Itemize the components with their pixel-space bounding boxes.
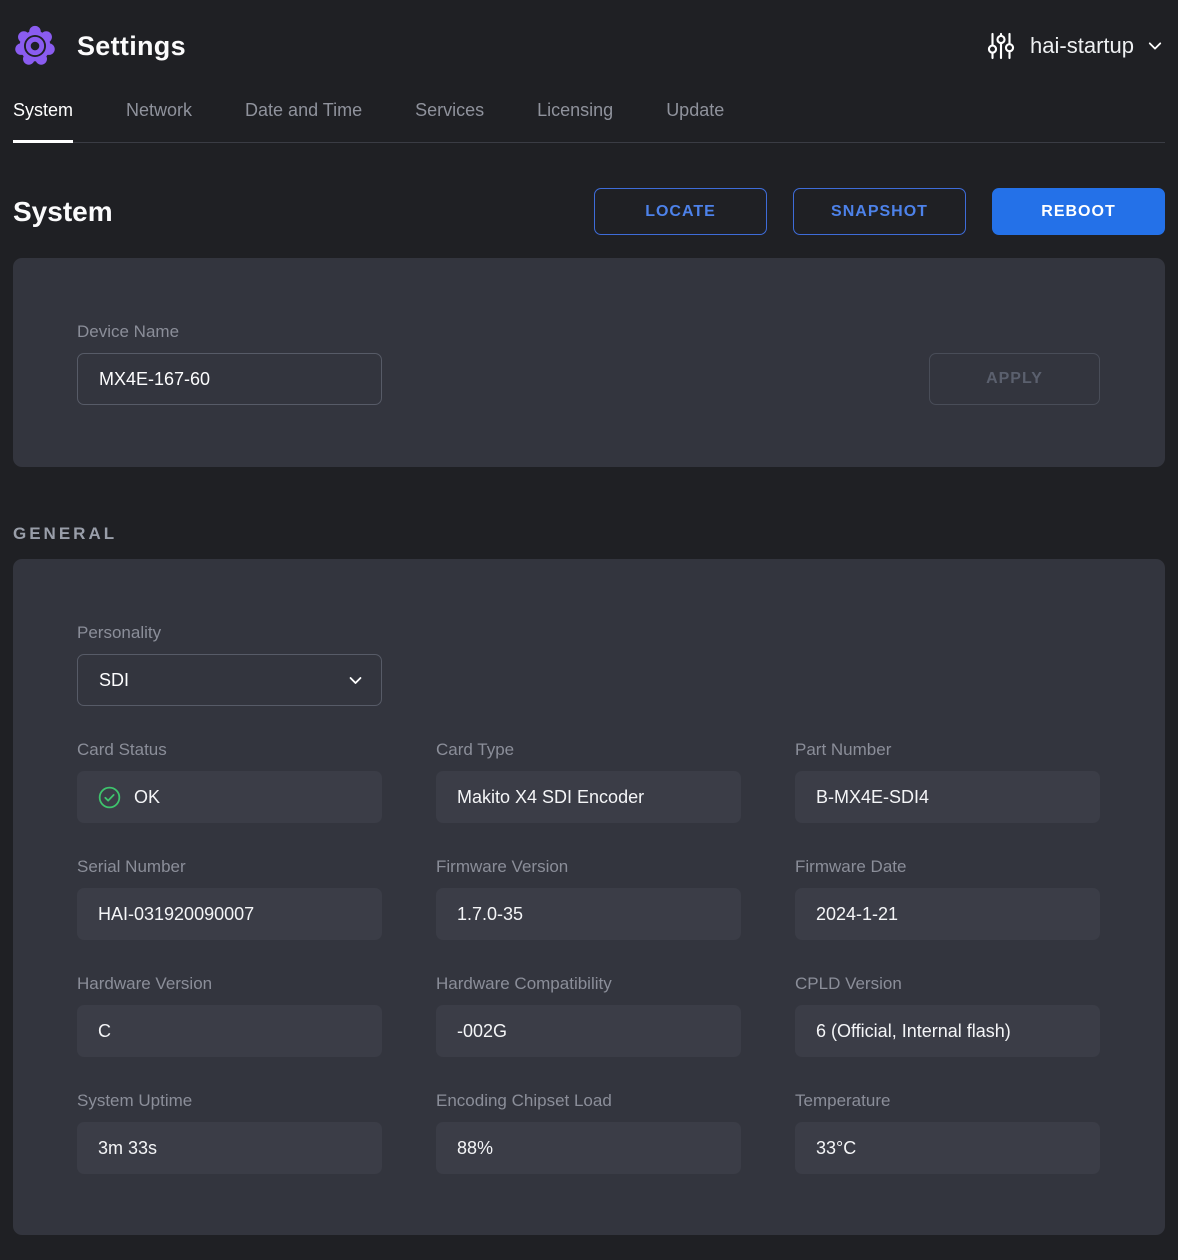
apply-button[interactable]: APPLY <box>929 353 1100 405</box>
field-card-type: Card Type Makito X4 SDI Encoder <box>436 740 741 823</box>
field-part-number: Part Number B-MX4E-SDI4 <box>795 740 1100 823</box>
personality-selected-value: SDI <box>99 670 129 691</box>
personality-label: Personality <box>77 623 1101 643</box>
locate-button[interactable]: LOCATE <box>594 188 767 235</box>
personality-select[interactable]: SDI <box>77 654 382 706</box>
settings-tab-bar: System Network Date and Time Services Li… <box>13 92 1165 143</box>
general-card: Personality SDI Card Status OK <box>13 559 1165 1235</box>
general-fields-grid: Card Status OK Card Type Makito X4 SDI E… <box>77 740 1101 1174</box>
app-header: Settings hai-startup <box>0 0 1178 92</box>
tab-services[interactable]: Services <box>415 92 484 142</box>
field-encoding-chipset-load: Encoding Chipset Load 88% <box>436 1091 741 1174</box>
field-system-uptime: System Uptime 3m 33s <box>77 1091 382 1174</box>
reboot-button[interactable]: REBOOT <box>992 188 1165 235</box>
page-actions: LOCATE SNAPSHOT REBOOT <box>594 188 1165 235</box>
gear-icon <box>12 23 58 69</box>
snapshot-button[interactable]: SNAPSHOT <box>793 188 966 235</box>
tab-date-and-time[interactable]: Date and Time <box>245 92 362 142</box>
device-name-card: Device Name APPLY <box>13 258 1165 467</box>
field-firmware-version: Firmware Version 1.7.0-35 <box>436 857 741 940</box>
personality-field: Personality SDI <box>77 623 1101 706</box>
field-hardware-compatibility: Hardware Compatibility -002G <box>436 974 741 1057</box>
status-ok-icon <box>98 786 121 809</box>
device-name-field: Device Name <box>77 322 382 405</box>
device-selector-dropdown[interactable]: hai-startup <box>984 29 1164 63</box>
card-status-value: OK <box>77 771 382 823</box>
general-section-heading: GENERAL <box>13 524 1165 544</box>
field-temperature: Temperature 33°C <box>795 1091 1100 1174</box>
device-name-label: Device Name <box>77 322 382 342</box>
field-hardware-version: Hardware Version C <box>77 974 382 1057</box>
field-card-status: Card Status OK <box>77 740 382 823</box>
app-brand: Settings <box>12 23 186 69</box>
tab-licensing[interactable]: Licensing <box>537 92 613 142</box>
field-cpld-version: CPLD Version 6 (Official, Internal flash… <box>795 974 1100 1057</box>
chevron-down-icon <box>347 672 364 689</box>
tab-network[interactable]: Network <box>126 92 192 142</box>
device-name-input[interactable] <box>77 353 382 405</box>
device-selector-label: hai-startup <box>1030 33 1134 59</box>
page-header-title: Settings <box>77 31 186 62</box>
tab-update[interactable]: Update <box>666 92 724 142</box>
chevron-down-icon <box>1146 37 1164 55</box>
tab-system[interactable]: System <box>13 92 73 142</box>
page-head: System LOCATE SNAPSHOT REBOOT <box>13 188 1165 235</box>
page-title: System <box>13 196 113 228</box>
field-serial-number: Serial Number HAI-031920090007 <box>77 857 382 940</box>
sliders-icon <box>984 29 1018 63</box>
field-firmware-date: Firmware Date 2024-1-21 <box>795 857 1100 940</box>
